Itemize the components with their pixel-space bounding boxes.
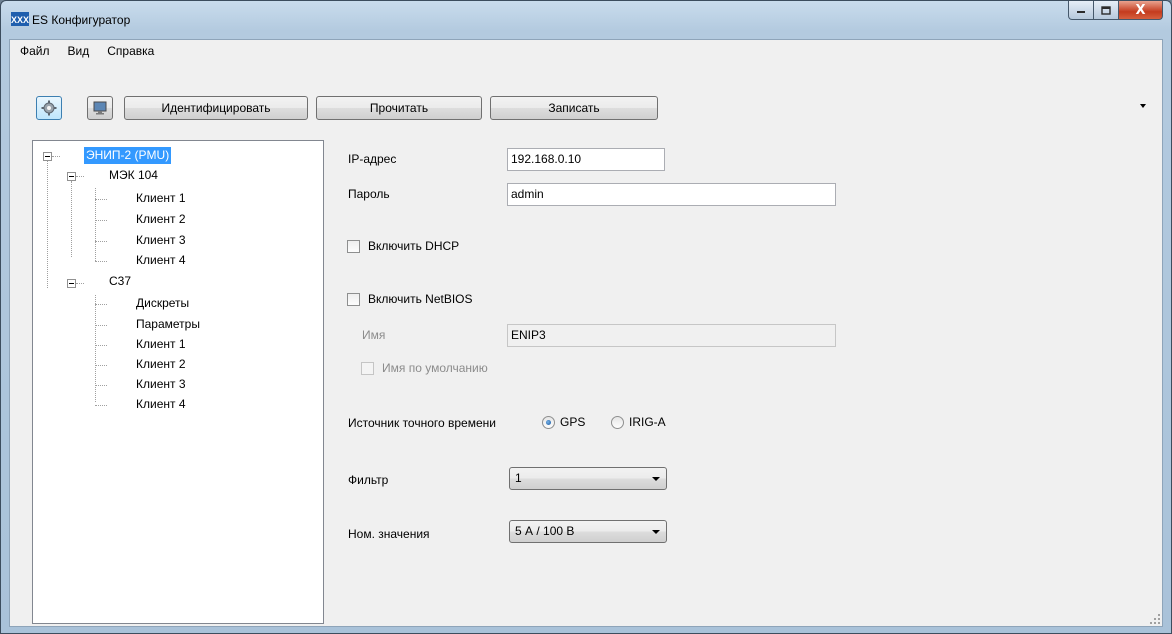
toolbar-overflow-arrow-icon[interactable] (1140, 104, 1146, 108)
tree-node-root[interactable]: ЭНИП-2 (PMU) (84, 147, 172, 164)
filter-select[interactable]: 1 (509, 467, 667, 490)
menu-file[interactable]: Файл (10, 40, 59, 62)
default-name-label[interactable]: Имя по умолчанию (382, 361, 488, 375)
name-label: Имя (362, 328, 386, 342)
close-button[interactable]: X (1119, 1, 1163, 20)
app-logo-text: XXX (11, 15, 29, 25)
tree-node-iec104-client3[interactable]: Клиент 3 (136, 232, 186, 249)
identify-button[interactable]: Идентифицировать (124, 96, 308, 120)
chevron-down-icon (652, 530, 660, 534)
monitor-icon (93, 101, 107, 115)
c37-collapse-icon[interactable] (67, 279, 76, 288)
client-area: Файл Вид Справка Идентифицировать Прочит… (9, 39, 1163, 627)
password-label: Пароль (348, 187, 390, 201)
tree-node-iec104-client4[interactable]: Клиент 4 (136, 252, 186, 269)
close-icon: X (1135, 2, 1146, 18)
irig-radio[interactable] (611, 416, 624, 429)
tree-node-iec104[interactable]: МЭК 104 (109, 167, 158, 184)
filter-label: Фильтр (348, 473, 389, 487)
gps-radio[interactable] (542, 416, 555, 429)
settings-button[interactable] (36, 96, 62, 120)
dhcp-checkbox[interactable] (347, 240, 360, 253)
root-collapse-icon[interactable] (43, 152, 52, 161)
gear-icon (41, 100, 57, 116)
resize-grip-icon[interactable] (1150, 614, 1160, 624)
tree-node-c37[interactable]: C37 (109, 273, 131, 290)
netbios-label[interactable]: Включить NetBIOS (368, 292, 473, 306)
irig-radio-label[interactable]: IRIG-A (629, 415, 666, 429)
ip-label: IP-адрес (348, 152, 397, 166)
menu-help[interactable]: Справка (98, 40, 163, 62)
password-field[interactable]: admin (507, 183, 836, 206)
iec104-collapse-icon[interactable] (67, 172, 76, 181)
read-button[interactable]: Прочитать (316, 96, 482, 120)
name-field[interactable]: ENIP3 (507, 324, 836, 347)
gps-radio-label[interactable]: GPS (560, 415, 585, 429)
write-button[interactable]: Записать (490, 96, 658, 120)
maximize-icon (1101, 5, 1111, 15)
app-logo-icon: XXX (11, 12, 29, 26)
menu-bar: Файл Вид Справка (10, 40, 1162, 62)
app-window: XXX ES Конфигуратор X Файл Вид Справка И… (0, 0, 1172, 634)
minimize-icon (1077, 11, 1085, 13)
netbios-checkbox[interactable] (347, 293, 360, 306)
tree-node-c37-client4[interactable]: Клиент 4 (136, 396, 186, 413)
window-title: ES Конфигуратор (32, 13, 131, 27)
dhcp-label[interactable]: Включить DHCP (368, 239, 459, 253)
nominal-label: Ном. значения (348, 527, 430, 541)
tree-node-c37-parameters[interactable]: Параметры (136, 316, 200, 333)
tree-node-iec104-client1[interactable]: Клиент 1 (136, 190, 186, 207)
device-tree[interactable]: ЭНИП-2 (PMU) МЭК 104 Клиент 1 Клиент 2 К… (32, 140, 324, 624)
caption-buttons: X (1068, 1, 1163, 21)
nominal-select[interactable]: 5 А / 100 В (509, 520, 667, 543)
title-bar[interactable]: XXX ES Конфигуратор X (1, 1, 1171, 39)
tree-node-iec104-client2[interactable]: Клиент 2 (136, 211, 186, 228)
minimize-button[interactable] (1068, 1, 1094, 20)
toolbar: Идентифицировать Прочитать Записать (10, 96, 1162, 124)
tree-node-c37-client3[interactable]: Клиент 3 (136, 376, 186, 393)
tree-node-c37-discrete[interactable]: Дискреты (136, 295, 189, 312)
monitor-button[interactable] (87, 96, 113, 120)
tree-node-c37-client1[interactable]: Клиент 1 (136, 336, 186, 353)
default-name-checkbox[interactable] (361, 362, 374, 375)
nominal-select-value: 5 А / 100 В (515, 524, 575, 538)
maximize-button[interactable] (1094, 1, 1119, 20)
chevron-down-icon (652, 477, 660, 481)
ip-field[interactable]: 192.168.0.10 (507, 148, 665, 171)
tree-node-c37-client2[interactable]: Клиент 2 (136, 356, 186, 373)
time-source-label: Источник точного времени (348, 416, 496, 430)
menu-view[interactable]: Вид (59, 40, 99, 62)
filter-select-value: 1 (515, 471, 522, 485)
